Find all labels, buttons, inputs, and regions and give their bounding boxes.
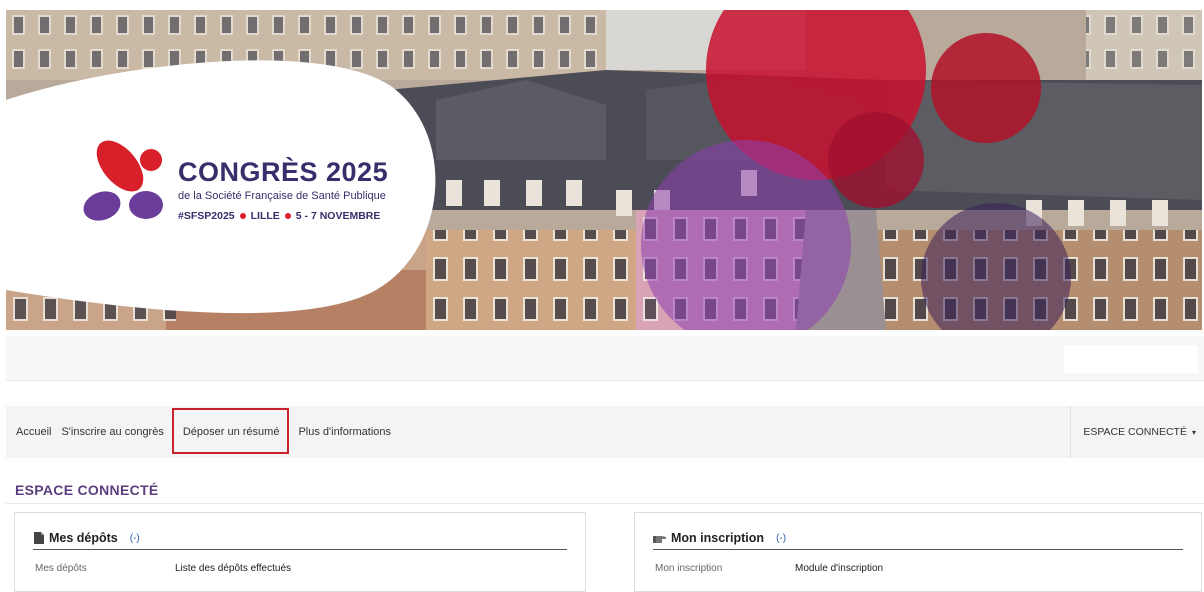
panel-row: Mes dépôts Liste des dépôts effectués xyxy=(35,563,291,574)
top-strip xyxy=(6,336,1204,381)
collapse-toggle[interactable]: (-) xyxy=(776,533,786,544)
panel-mes-depots: Mes dépôts (-) Mes dépôts Liste des dépô… xyxy=(14,512,586,592)
panel-row: Mon inscription Module d'inscription xyxy=(655,563,883,574)
logo-dates: 5 - 7 NOVEMBRE xyxy=(295,210,381,222)
nav-item-inscription[interactable]: S'inscrire au congrès xyxy=(56,406,168,458)
red-dot-icon xyxy=(239,213,246,219)
panel-header: Mes dépôts (-) xyxy=(33,527,567,550)
caret-down-icon: ▾ xyxy=(1191,427,1196,437)
main-navigation: Accueil S'inscrire au congrès Déposer un… xyxy=(6,406,1204,458)
logo-subtitle: de la Société Française de Santé Publiqu… xyxy=(178,190,386,202)
collapse-toggle[interactable]: (-) xyxy=(130,533,140,544)
row-key: Mes dépôts xyxy=(35,563,87,574)
header-banner: CONGRÈS 2025 de la Société Française de … xyxy=(6,10,1202,330)
panel-title: Mes dépôts xyxy=(49,531,118,545)
account-menu-label: ESPACE CONNECTÉ xyxy=(1083,426,1187,438)
logo-hashtag: #SFSP2025 xyxy=(178,210,235,222)
nav-item-plus-informations[interactable]: Plus d'informations xyxy=(293,406,396,458)
nav-item-accueil[interactable]: Accueil xyxy=(6,406,56,458)
nav-item-deposer-resume[interactable]: Déposer un résumé xyxy=(169,406,294,458)
account-menu[interactable]: ESPACE CONNECTÉ ▾ xyxy=(1070,406,1204,458)
logo-city: LILLE xyxy=(250,210,280,222)
congress-logo[interactable]: CONGRÈS 2025 de la Société Française de … xyxy=(178,158,388,222)
page-title: ESPACE CONNECTÉ xyxy=(15,482,159,498)
panel-header: Mon inscription (-) xyxy=(653,527,1183,550)
panel-mon-inscription: Mon inscription (-) Mon inscription Modu… xyxy=(634,512,1202,592)
red-dot-icon xyxy=(284,213,291,219)
logo-tagline: #SFSP2025 LILLE 5 - 7 NOVEMBRE xyxy=(178,210,388,222)
logo-title: CONGRÈS 2025 xyxy=(178,157,389,187)
panel-title: Mon inscription xyxy=(671,531,765,545)
document-icon xyxy=(34,532,44,544)
row-value-link[interactable]: Module d'inscription xyxy=(795,563,883,574)
search-input[interactable] xyxy=(1064,345,1198,373)
pointing-hand-icon xyxy=(653,536,666,543)
row-value-link[interactable]: Liste des dépôts effectués xyxy=(175,563,291,574)
row-key: Mon inscription xyxy=(655,563,723,574)
divider xyxy=(6,503,1204,504)
